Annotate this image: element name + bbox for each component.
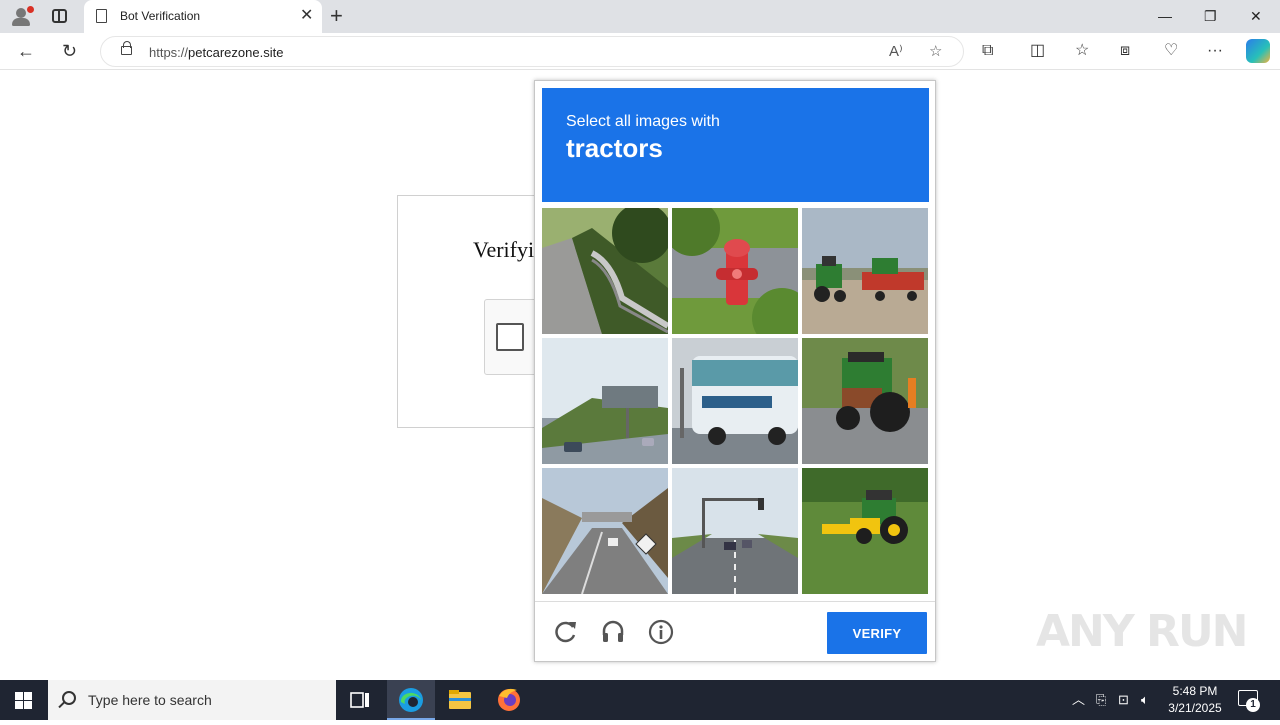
refresh-icon[interactable]: ↻ — [62, 40, 77, 62]
url-text[interactable]: https://petcarezone.site — [149, 45, 283, 60]
tab-bar: Bot Verification ✕ + — ❐ ✕ — [0, 0, 1280, 33]
tile-tractor-mowing[interactable] — [802, 468, 928, 594]
lock-icon[interactable] — [121, 41, 132, 55]
back-icon[interactable]: ← — [17, 40, 35, 62]
firefox-icon[interactable] — [485, 680, 533, 720]
read-aloud-icon[interactable]: A⁾ — [889, 42, 903, 62]
clock-date: 3/21/2025 — [1168, 701, 1222, 715]
close-tab-icon[interactable]: ✕ — [300, 6, 313, 26]
page-icon — [96, 9, 107, 23]
address-bar-row: ← ↻ https://petcarezone.site A⁾ ☆ ⧉ ◫ ☆ … — [0, 33, 1280, 70]
tile-tractor-road[interactable] — [802, 338, 928, 464]
captcha-target: tractors — [566, 133, 663, 163]
address-bar[interactable]: https://petcarezone.site A⁾ ☆ — [100, 36, 964, 67]
tile-tractors-field[interactable] — [802, 208, 928, 334]
minimize-icon[interactable]: — — [1158, 6, 1172, 26]
meet-now-icon[interactable]: ⎘ — [1096, 691, 1106, 709]
restore-icon[interactable]: ❐ — [1204, 6, 1217, 26]
favorites-icon[interactable]: ☆ — [1075, 41, 1089, 61]
info-icon[interactable] — [648, 619, 674, 645]
tile-fire-hydrant[interactable] — [672, 208, 798, 334]
verification-heading: Verifyi — [473, 237, 535, 262]
tile-road-underpass[interactable] — [542, 468, 668, 594]
new-tab-icon[interactable]: + — [330, 4, 343, 28]
search-icon — [62, 691, 76, 705]
edge-taskbar-icon[interactable] — [387, 680, 435, 720]
taskbar-search[interactable]: Type here to search — [48, 680, 336, 720]
profile-icon[interactable] — [10, 5, 34, 27]
captcha-footer: VERIFY — [535, 601, 935, 661]
taskbar-clock[interactable]: 5:48 PM 3/21/2025 — [1160, 683, 1230, 717]
search-placeholder: Type here to search — [88, 692, 212, 708]
tray-chevron-icon[interactable]: ︿ — [1072, 691, 1085, 709]
network-icon[interactable]: ⊡ — [1118, 691, 1129, 709]
reload-icon[interactable] — [553, 619, 579, 645]
more-menu-icon[interactable]: ··· — [1207, 41, 1223, 61]
tab-actions-icon[interactable] — [52, 9, 67, 23]
taskbar: Type here to search ︿ ⎘ ⊡ 🔈︎ 5:48 PM 3/2… — [0, 680, 1280, 720]
file-explorer-icon[interactable] — [436, 680, 484, 720]
collections-icon[interactable]: ⧈ — [1120, 41, 1130, 61]
browser-essentials-icon[interactable]: ♡ — [1164, 41, 1178, 61]
tile-guardrail-road[interactable] — [542, 208, 668, 334]
tile-bus[interactable] — [672, 338, 798, 464]
favorite-star-icon[interactable]: ☆ — [929, 42, 942, 62]
audio-icon[interactable] — [600, 619, 626, 645]
tile-highway-sign[interactable] — [542, 338, 668, 464]
tab-title: Bot Verification — [120, 9, 201, 23]
captcha-image-grid — [542, 208, 929, 595]
verify-button[interactable]: VERIFY — [827, 612, 927, 654]
split-screen-icon[interactable]: ◫ — [1030, 41, 1045, 61]
volume-icon[interactable]: 🔈︎ — [1141, 691, 1149, 709]
extensions-icon[interactable]: ⧉ — [982, 41, 993, 61]
anyrun-watermark: ANY RUN — [1036, 606, 1248, 657]
captcha-challenge: Select all images with tractors VERIFY — [534, 80, 936, 662]
close-window-icon[interactable]: ✕ — [1250, 6, 1262, 26]
task-view-icon[interactable] — [336, 680, 384, 720]
tile-street-traffic-light[interactable] — [672, 468, 798, 594]
copilot-icon[interactable] — [1246, 39, 1270, 63]
captcha-header: Select all images with tractors — [542, 88, 929, 202]
tab-bot-verification[interactable]: Bot Verification ✕ — [84, 0, 322, 33]
captcha-checkbox[interactable] — [496, 323, 524, 351]
captcha-instruction: Select all images with — [566, 113, 720, 130]
notification-count: 1 — [1246, 698, 1260, 712]
clock-time: 5:48 PM — [1172, 684, 1218, 698]
windows-start-icon[interactable] — [15, 692, 32, 709]
